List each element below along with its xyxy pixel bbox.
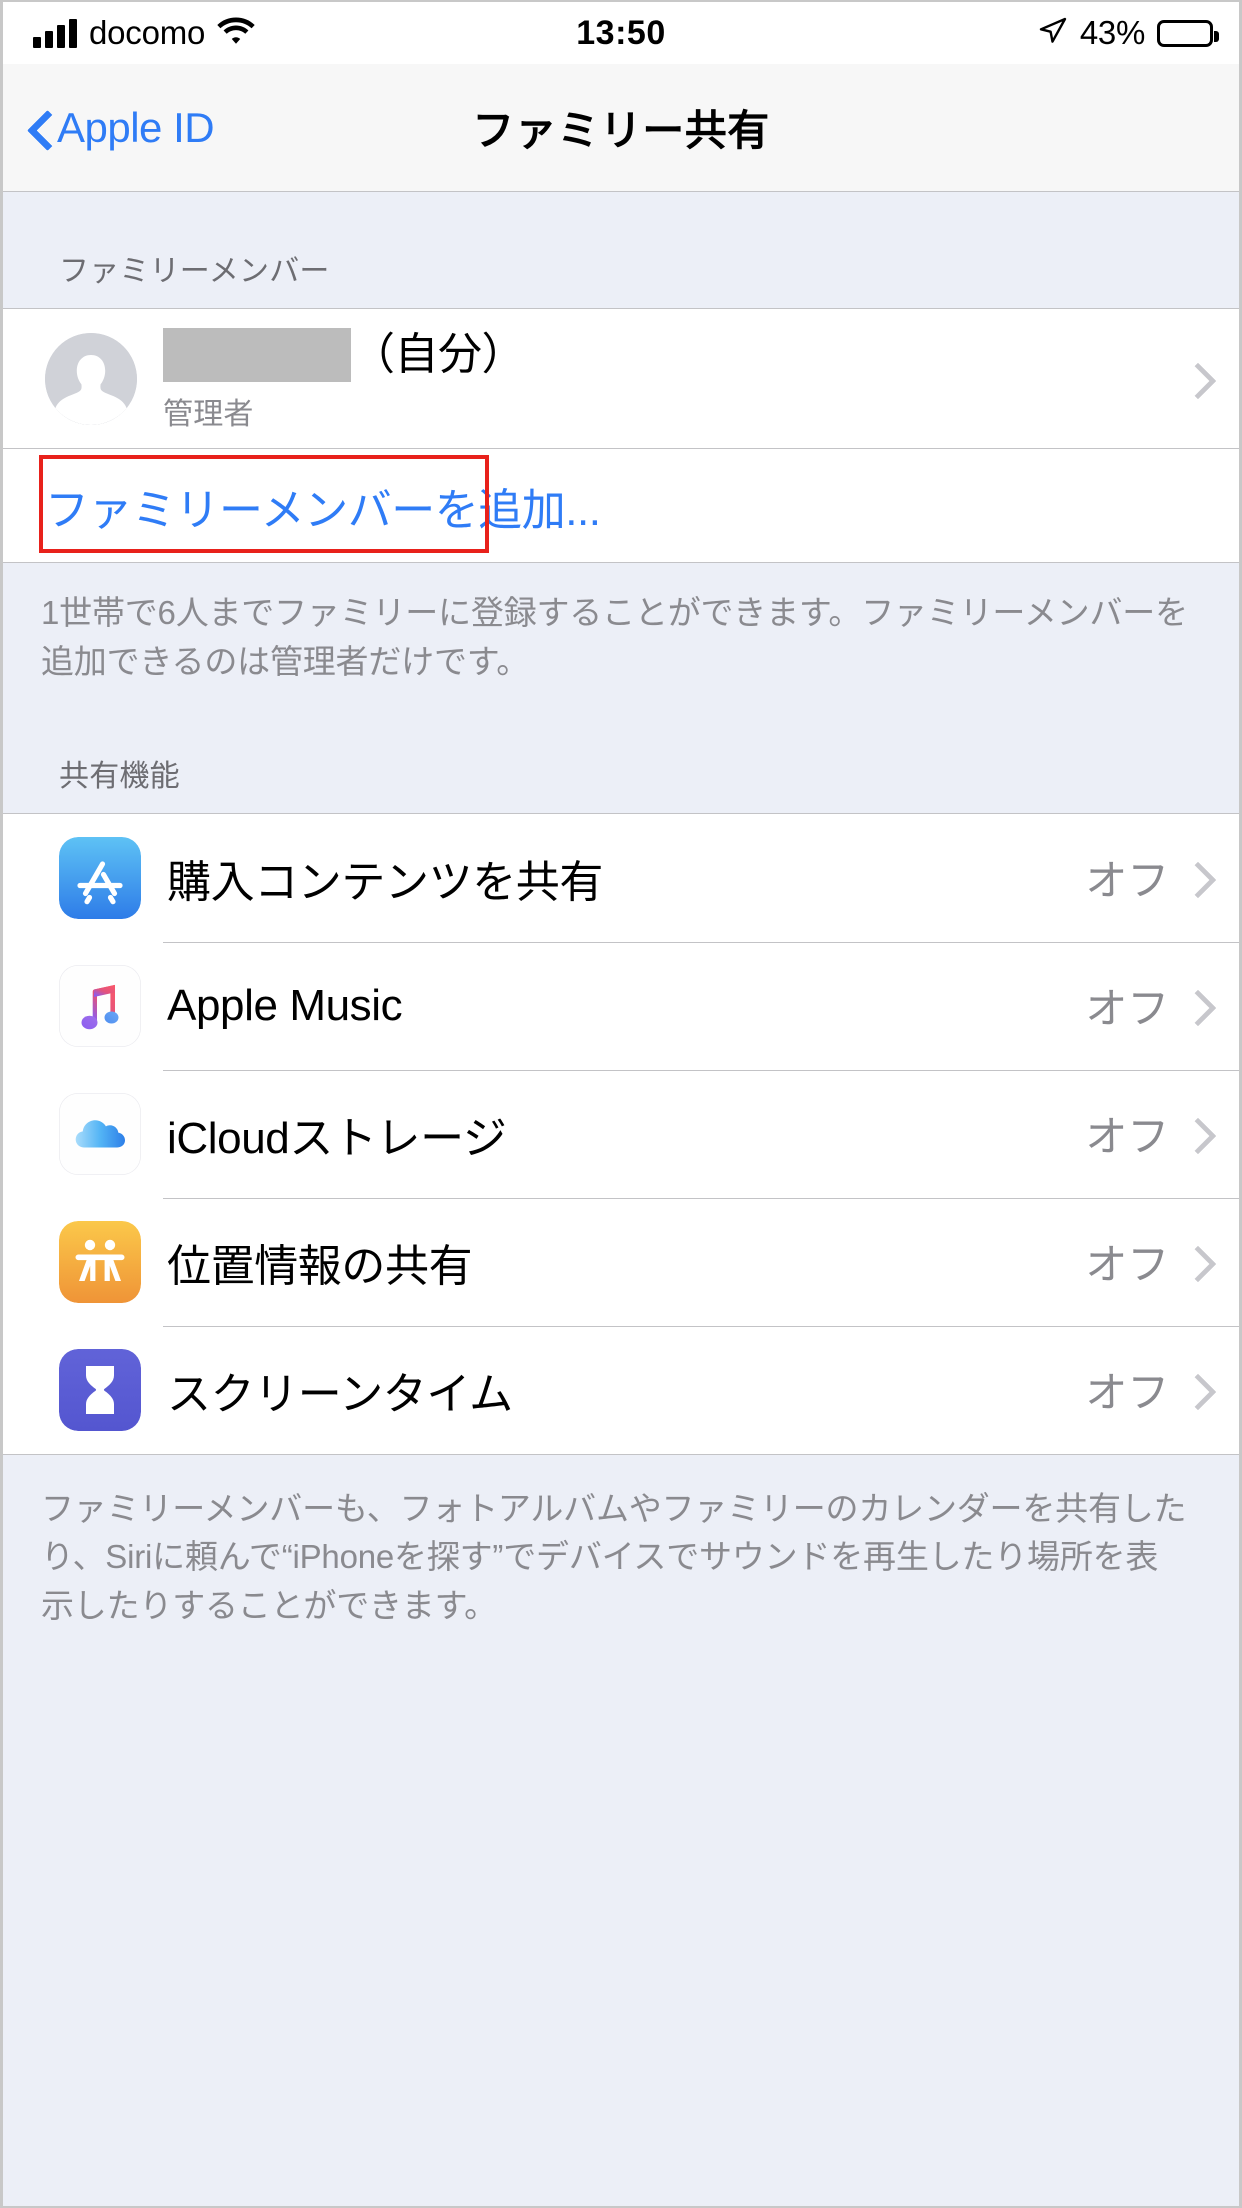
shared-features-footer-text: ファミリーメンバーも、フォトアルバムやファミリーのカレンダーを共有したり、Sir…: [41, 1489, 1187, 1625]
shared-features-group: 購入コンテンツを共有 オフ Apple Music オフ iCloudストレージ…: [3, 812, 1239, 1455]
feature-value: オフ: [1085, 1113, 1169, 1161]
apple-music-icon: [59, 964, 141, 1047]
person-placeholder-icon: [45, 332, 137, 425]
chevron-right-icon: [1185, 1243, 1207, 1281]
battery-icon: [1157, 19, 1219, 47]
feature-value: オフ: [1085, 857, 1169, 905]
feature-row-apple-music[interactable]: Apple Music オフ: [3, 941, 1239, 1070]
navigation-bar: Apple ID ファミリー共有: [3, 64, 1239, 192]
status-bar: docomo 13:50 43%: [3, 2, 1239, 64]
feature-label: Apple Music: [167, 980, 403, 1030]
chevron-right-icon: [1185, 360, 1207, 398]
feature-label: スクリーンタイム: [167, 1369, 513, 1419]
add-family-member-row[interactable]: ファミリーメンバーを追加...: [3, 448, 1239, 562]
iphone-screen: docomo 13:50 43% Apple ID ファミリー共有 ファミリーメ…: [0, 0, 1242, 2208]
feature-value: オフ: [1085, 1241, 1169, 1289]
carrier-label: docomo: [89, 14, 206, 51]
chevron-left-icon: [27, 108, 49, 148]
family-member-self-label: （自分）: [351, 329, 526, 379]
feature-value: オフ: [1085, 1369, 1169, 1417]
back-button[interactable]: Apple ID: [27, 103, 215, 152]
add-family-member-label: ファミリーメンバーを追加...: [45, 485, 601, 535]
feature-label: 位置情報の共有: [167, 1241, 473, 1291]
icloud-icon: [59, 1092, 141, 1175]
family-member-name-line: （自分）: [163, 325, 1169, 385]
redacted-name-block: [163, 327, 351, 382]
family-member-role: 管理者: [163, 397, 254, 431]
status-bar-left: docomo: [33, 14, 255, 52]
chevron-right-icon: [1185, 1115, 1207, 1153]
status-bar-right: 43%: [1038, 14, 1219, 52]
feature-row-location-sharing[interactable]: 位置情報の共有 オフ: [3, 1197, 1239, 1326]
app-store-icon: [59, 836, 141, 919]
feature-row-screen-time[interactable]: スクリーンタイム オフ: [3, 1325, 1239, 1454]
settings-content: ファミリーメンバー （自分） 管理者 ファミリーメンバーを追加... 1世帯で6…: [3, 192, 1239, 1654]
back-button-label: Apple ID: [57, 103, 215, 151]
chevron-right-icon: [1185, 987, 1207, 1025]
battery-percent-label: 43%: [1079, 14, 1145, 51]
family-member-text: （自分） 管理者: [163, 325, 1169, 433]
family-member-row[interactable]: （自分） 管理者: [3, 309, 1239, 448]
feature-row-purchase-sharing[interactable]: 購入コンテンツを共有 オフ: [3, 813, 1239, 942]
feature-label: iCloudストレージ: [167, 1113, 507, 1163]
wifi-icon: [217, 16, 255, 51]
shared-features-section-header: 共有機能: [59, 759, 180, 793]
location-arrow-icon: [1038, 16, 1068, 51]
family-members-section-header: ファミリーメンバー: [59, 255, 330, 288]
signal-bars-icon: [33, 18, 77, 48]
feature-label: 購入コンテンツを共有: [167, 857, 603, 907]
chevron-right-icon: [1185, 1371, 1207, 1409]
screen-time-icon: [59, 1348, 141, 1431]
chevron-right-icon: [1185, 859, 1207, 897]
feature-row-icloud-storage[interactable]: iCloudストレージ オフ: [3, 1069, 1239, 1198]
family-members-group: （自分） 管理者 ファミリーメンバーを追加...: [3, 308, 1239, 563]
family-members-footer-text: 1世帯で6人までファミリーに登録することができます。ファミリーメンバーを追加でき…: [41, 594, 1188, 680]
feature-value: オフ: [1085, 985, 1169, 1033]
find-my-friends-icon: [59, 1220, 141, 1303]
